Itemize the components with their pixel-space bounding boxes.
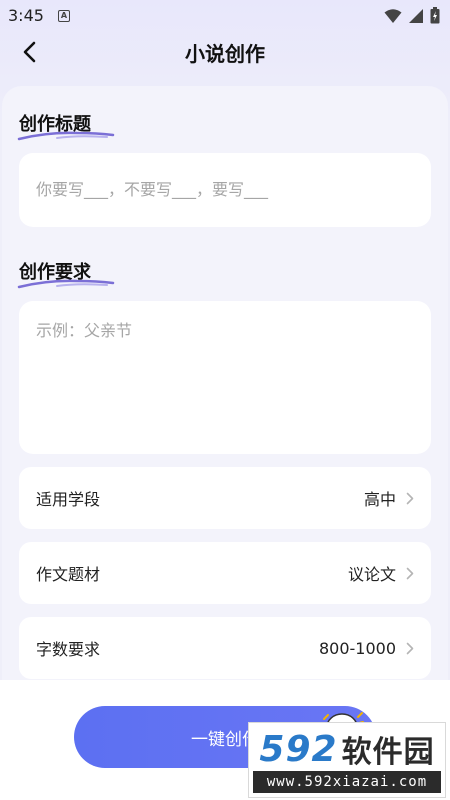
grade-level-label: 适用学段: [36, 490, 101, 509]
notification-icon: A: [58, 10, 70, 22]
essay-genre-label: 作文题材: [36, 565, 101, 584]
chevron-right-icon: [406, 567, 414, 579]
requirement-input[interactable]: 示例：父亲节: [19, 301, 431, 454]
word-count-row[interactable]: 字数要求 800-1000: [19, 617, 431, 679]
header: 小说创作: [0, 30, 450, 74]
chevron-right-icon: [406, 642, 414, 654]
status-bar: 3:45 A: [0, 0, 450, 32]
wifi-icon: [384, 8, 402, 23]
title-input[interactable]: 你要写___，不要写___，要写___: [19, 153, 431, 227]
status-time: 3:45: [8, 6, 44, 25]
page-title: 小说创作: [185, 42, 265, 66]
watermark-number: 592: [259, 728, 338, 770]
site-watermark: 592 软件园 www.592xiazai.com: [248, 722, 446, 798]
grade-level-value: 高中: [363, 490, 396, 509]
battery-icon: [430, 7, 440, 24]
title-underline-decoration: [17, 131, 115, 141]
chevron-right-icon: [406, 492, 414, 504]
signal-icon: [409, 8, 423, 23]
watermark-url: www.592xiazai.com: [253, 771, 441, 793]
essay-genre-row[interactable]: 作文题材 议论文: [19, 542, 431, 604]
word-count-label: 字数要求: [36, 640, 101, 659]
word-count-value: 800-1000: [318, 638, 396, 658]
grade-level-row[interactable]: 适用学段 高中: [19, 467, 431, 529]
requirement-underline-decoration: [17, 279, 115, 289]
essay-genre-value: 议论文: [347, 565, 396, 584]
watermark-name: 软件园: [341, 735, 435, 770]
status-icons: [384, 7, 440, 24]
